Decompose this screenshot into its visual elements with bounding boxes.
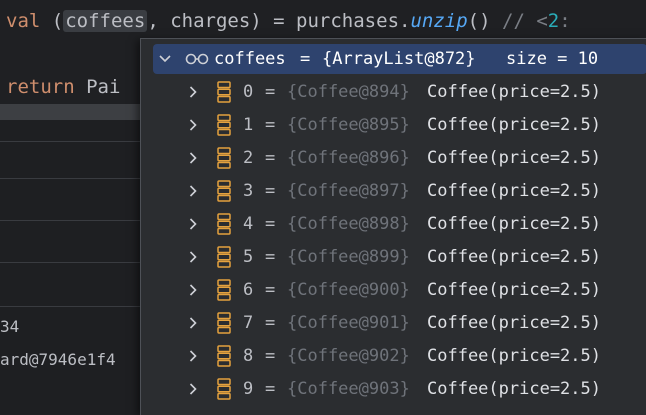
header-equals: = [300,49,311,69]
comma: , [147,10,159,32]
open-paren: ( [51,10,64,32]
item-value: Coffee(price=2.5) [427,181,601,201]
call-parens: () [467,10,491,32]
line-comment: // [502,10,525,32]
item-equals: = [265,346,276,366]
item-object-ref: {Coffee@896} [287,148,410,168]
list-field-icon [217,110,231,140]
item-value: Coffee(price=2.5) [427,346,601,366]
list-field-icon [217,308,231,338]
keyword-val: val [6,10,41,32]
item-object-ref: {Coffee@895} [287,115,410,135]
item-object-ref: {Coffee@899} [287,247,410,267]
code-line-return: return Pai [6,70,120,104]
item-value: Coffee(price=2.5) [427,247,601,267]
item-index: 8 [243,346,254,366]
panel-value-text[interactable]: ard@7946e1f4 [0,350,116,369]
chevron-right-icon[interactable] [185,143,201,173]
item-equals: = [265,82,276,102]
row-divider [0,220,140,221]
item-object-ref: {Coffee@897} [287,181,410,201]
chevron-right-icon[interactable] [185,209,201,239]
list-field-icon [217,176,231,206]
variable-charges[interactable]: charges [170,10,250,32]
panel-value-text[interactable]: 34 [0,317,19,336]
header-variable-name: coffees [214,49,286,69]
item-index: 3 [243,181,254,201]
item-object-ref: {Coffee@901} [287,313,410,333]
header-object-ref: {ArrayList@872} [322,49,476,69]
item-value: Coffee(price=2.5) [427,115,601,135]
item-equals: = [265,115,276,135]
return-expression: Pai [86,76,121,98]
item-equals: = [265,280,276,300]
list-field-icon [217,275,231,305]
chevron-down-icon[interactable] [157,44,173,74]
item-value: Coffee(price=2.5) [427,148,601,168]
item-index: 0 [243,82,254,102]
chevron-right-icon[interactable] [185,308,201,338]
item-object-ref: {Coffee@902} [287,346,410,366]
list-field-icon [217,374,231,404]
item-equals: = [265,214,276,234]
item-index: 5 [243,247,254,267]
list-field-icon [217,242,231,272]
item-index: 2 [243,148,254,168]
item-value: Coffee(price=2.5) [427,82,601,102]
item-object-ref: {Coffee@900} [287,280,410,300]
inlay-hint-number: 2 [547,10,560,32]
list-field-icon [217,143,231,173]
item-equals: = [265,181,276,201]
item-value: Coffee(price=2.5) [427,313,601,333]
chevron-right-icon[interactable] [185,176,201,206]
header-size: size = 10 [506,49,599,69]
item-index: 9 [243,379,254,399]
item-equals: = [265,313,276,333]
keyword-return: return [6,76,75,98]
list-field-icon [217,341,231,371]
item-equals: = [265,148,276,168]
chevron-right-icon[interactable] [185,341,201,371]
item-value: Coffee(price=2.5) [427,379,601,399]
row-divider [0,306,140,307]
item-equals: = [265,247,276,267]
chevron-right-icon[interactable] [185,374,201,404]
item-index: 4 [243,214,254,234]
list-field-icon [217,77,231,107]
inlay-hint-colon: : [559,10,571,32]
code-line-destructuring: val (coffees, charges) = purchases.unzip… [6,4,571,38]
horizontal-scrollbar[interactable] [0,104,140,120]
glasses-icon [185,44,209,74]
item-index: 1 [243,115,254,135]
chevron-right-icon[interactable] [185,110,201,140]
row-divider [0,262,140,263]
item-value: Coffee(price=2.5) [427,214,601,234]
row-divider [0,178,140,179]
debugger-evaluation-popup: coffees = {ArrayList@872} size = 10 0 = … [140,38,646,415]
chevron-right-icon[interactable] [185,77,201,107]
item-object-ref: {Coffee@903} [287,379,410,399]
row-divider [0,141,140,142]
inlay-hint-bracket: < [536,10,548,32]
chevron-right-icon[interactable] [185,242,201,272]
list-field-icon [217,209,231,239]
item-index: 6 [243,280,254,300]
item-index: 7 [243,313,254,333]
variable-coffees-highlighted[interactable]: coffees [63,10,148,32]
item-value: Coffee(price=2.5) [427,280,601,300]
item-equals: = [265,379,276,399]
item-object-ref: {Coffee@898} [287,214,410,234]
item-object-ref: {Coffee@894} [287,82,410,102]
assignment-text: ) = purchases. [250,10,411,32]
chevron-right-icon[interactable] [185,275,201,305]
function-unzip[interactable]: unzip [410,10,467,32]
